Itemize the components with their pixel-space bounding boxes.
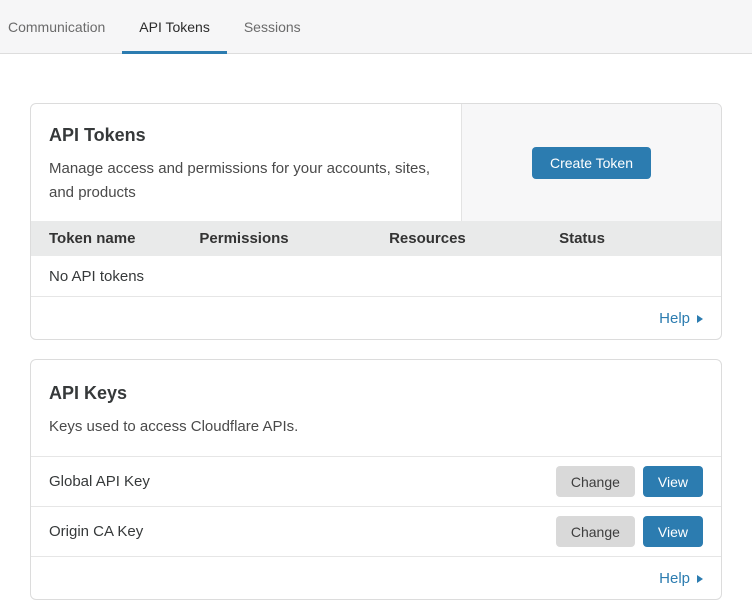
api-keys-description: Keys used to access Cloudflare APIs. bbox=[49, 415, 431, 439]
change-origin-ca-key-button[interactable]: Change bbox=[556, 516, 635, 547]
tab-api-tokens[interactable]: API Tokens bbox=[122, 0, 227, 53]
key-row-origin-ca-key: Origin CA Key Change View bbox=[31, 507, 721, 557]
api-keys-help-link[interactable]: Help bbox=[659, 570, 703, 587]
main-content: API Tokens Manage access and permissions… bbox=[0, 54, 752, 600]
api-tokens-help-link[interactable]: Help bbox=[659, 310, 703, 327]
api-tokens-page: Communication API Tokens Sessions API To… bbox=[0, 0, 752, 600]
help-arrow-icon bbox=[697, 575, 703, 583]
empty-tokens-message: No API tokens bbox=[49, 268, 144, 285]
key-row-global-api-key: Global API Key Change View bbox=[31, 457, 721, 507]
api-tokens-card: API Tokens Manage access and permissions… bbox=[30, 103, 722, 340]
help-label: Help bbox=[659, 570, 690, 587]
view-origin-ca-key-button[interactable]: View bbox=[643, 516, 703, 547]
tab-bar: Communication API Tokens Sessions bbox=[0, 0, 752, 54]
help-arrow-icon bbox=[697, 315, 703, 323]
key-actions: Change View bbox=[556, 466, 703, 497]
api-keys-title: API Keys bbox=[49, 383, 703, 404]
tab-sessions[interactable]: Sessions bbox=[227, 0, 318, 53]
api-tokens-description: Manage access and permissions for your a… bbox=[49, 157, 431, 205]
create-token-button[interactable]: Create Token bbox=[532, 147, 651, 179]
api-keys-help-row: Help bbox=[31, 557, 721, 599]
api-tokens-card-header: API Tokens Manage access and permissions… bbox=[31, 104, 721, 221]
change-global-api-key-button[interactable]: Change bbox=[556, 466, 635, 497]
column-header-resources: Resources bbox=[389, 230, 559, 247]
token-table-empty-row: No API tokens bbox=[31, 256, 721, 297]
column-header-permissions: Permissions bbox=[199, 230, 389, 247]
api-tokens-help-row: Help bbox=[31, 297, 721, 339]
column-header-token-name: Token name bbox=[49, 230, 199, 247]
create-token-panel: Create Token bbox=[461, 104, 721, 221]
api-keys-card-header: API Keys Keys used to access Cloudflare … bbox=[31, 360, 721, 457]
help-label: Help bbox=[659, 310, 690, 327]
column-header-status: Status bbox=[559, 230, 703, 247]
key-actions: Change View bbox=[556, 516, 703, 547]
token-table-header: Token name Permissions Resources Status bbox=[31, 221, 721, 256]
view-global-api-key-button[interactable]: View bbox=[643, 466, 703, 497]
api-keys-card: API Keys Keys used to access Cloudflare … bbox=[30, 359, 722, 600]
tab-communication[interactable]: Communication bbox=[0, 0, 122, 53]
api-tokens-card-header-text: API Tokens Manage access and permissions… bbox=[31, 104, 461, 221]
key-name-label: Origin CA Key bbox=[49, 523, 143, 540]
key-name-label: Global API Key bbox=[49, 473, 150, 490]
api-tokens-title: API Tokens bbox=[49, 125, 443, 146]
